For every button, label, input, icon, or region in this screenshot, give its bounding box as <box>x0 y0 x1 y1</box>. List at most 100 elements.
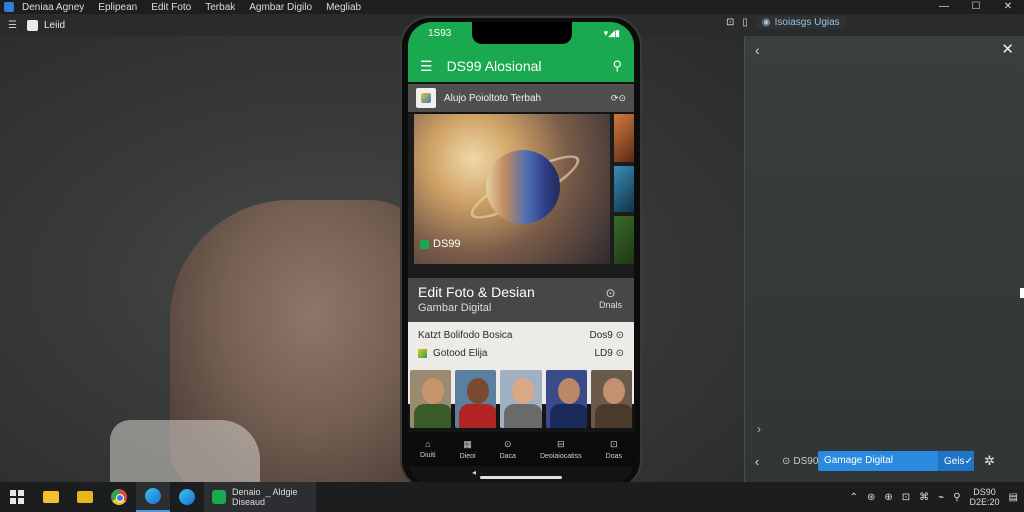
edit-icon: ⊟ <box>557 438 565 449</box>
panel-input-bar: ‹ ⊙ DS90 Gamage Digital Geis ✓ ✲ <box>744 447 1024 475</box>
panel-back-icon[interactable]: ‹ <box>755 42 760 58</box>
search-input[interactable]: Gamage Digital <box>818 451 938 471</box>
tab-label[interactable]: Leiid <box>44 20 65 31</box>
tray-power-icon[interactable]: ⌁ <box>938 492 944 503</box>
clock[interactable]: DS90 D2E:20 <box>970 487 1000 507</box>
minimize-button[interactable]: — <box>928 0 960 14</box>
check-icon: ✓ <box>964 455 973 467</box>
section-subtitle: Gambar Digital <box>418 302 492 314</box>
thumbnail-3[interactable] <box>614 216 634 264</box>
folder-icon <box>77 491 93 503</box>
home-icon: ⌂ <box>425 439 431 449</box>
panel-close-icon[interactable]: ✕ <box>1001 40 1014 58</box>
nav-camera[interactable]: ⊙ Daca <box>500 439 516 460</box>
folder-icon <box>43 491 59 503</box>
list-item[interactable]: Katzt Bolifodo Bosica Dos9 ⊙ <box>418 330 624 341</box>
list-item[interactable]: Gotood Elija LD9 ⊙ <box>418 348 624 359</box>
maximize-button[interactable]: ☐ <box>960 0 992 14</box>
person-photo-1[interactable] <box>410 370 452 428</box>
card-options-icon[interactable]: ⟳⊙ <box>611 93 626 104</box>
page-icon[interactable]: ▯ <box>742 17 748 28</box>
menu-item-6[interactable]: Megliab <box>326 2 361 13</box>
tray-network-icon[interactable]: ⊕ <box>884 492 892 503</box>
bottom-nav: ⌂ Diuiti ▦ Dieoi ⊙ Daca ⊟ Deoiaiocatiss ⊡ Doa… <box>408 432 634 466</box>
user-icon[interactable]: ⚲ <box>612 58 622 74</box>
hero-badge: DS99 <box>420 238 461 250</box>
right-tools: ⊡ ▯ ◉ Isoiasgs Ugias <box>726 16 846 29</box>
gear-icon[interactable]: ✲ <box>984 453 995 469</box>
chrome-icon <box>111 489 127 505</box>
tray-up-icon[interactable]: ⌃ <box>850 492 858 503</box>
nav-edit[interactable]: ⊟ Deoiaiocatiss <box>540 439 582 460</box>
thumbnail-1[interactable] <box>614 114 634 162</box>
account-pill[interactable]: ◉ Isoiasgs Ugias <box>755 16 846 29</box>
card-thumbnail <box>416 88 436 108</box>
taskbar-browser[interactable] <box>170 482 204 512</box>
go-button[interactable]: Geis ✓ <box>938 451 974 471</box>
taskbar-active-window[interactable]: Denaio _ Aldgie Diseaud <box>204 482 316 512</box>
nav-gallery[interactable]: ▦ Dieoi <box>460 439 476 460</box>
list-item-meta: LD9 ⊙ <box>594 348 624 359</box>
browser-icon <box>179 489 195 505</box>
nav-label: Diuiti <box>420 452 436 459</box>
people-strip <box>408 370 634 430</box>
taskbar-edge[interactable] <box>136 482 170 512</box>
hamburger-menu-icon[interactable]: ☰ <box>420 58 433 75</box>
menu-item-4[interactable]: Terbak <box>205 2 235 13</box>
taskbar-file-explorer[interactable] <box>34 482 68 512</box>
tray-display-icon[interactable]: ⊡ <box>902 492 910 503</box>
camera-icon: ⊙ <box>503 438 512 449</box>
person-photo-5[interactable] <box>590 370 633 428</box>
menu-item-1[interactable]: Deniaa Agney <box>22 2 84 13</box>
list-icon <box>418 348 427 358</box>
hero-gallery[interactable]: DS99 <box>408 114 634 284</box>
sleeve-image <box>110 420 260 490</box>
account-pill-label: Isoiasgs Ugias <box>774 17 840 28</box>
person-photo-2[interactable] <box>455 370 497 428</box>
tray-shield-icon[interactable]: ⊛ <box>867 492 875 503</box>
system-tray: ⌃ ⊛ ⊕ ⊡ ⌘ ⌁ ⚲ DS90 D2E:20 ▤ <box>850 482 1018 512</box>
clock-icon: ⊙ <box>605 286 616 300</box>
nav-label: Dieoi <box>459 452 476 460</box>
nav-home[interactable]: ⌂ Diuiti <box>420 439 436 459</box>
thumbnail-2[interactable] <box>614 166 634 212</box>
profile-icon: ⊡ <box>610 438 618 449</box>
notification-icon[interactable]: ▤ <box>1009 492 1018 503</box>
hero-badge-label: DS99 <box>433 238 461 250</box>
back-gesture-icon[interactable]: ◂ <box>472 468 476 477</box>
taskbar-chrome[interactable] <box>102 482 136 512</box>
close-window-button[interactable]: ✕ <box>992 0 1024 14</box>
section-title: Edit Foto & Desian <box>418 284 535 300</box>
planet-body <box>486 150 560 224</box>
tray-search-icon[interactable]: ⚲ <box>953 492 960 503</box>
id-chip: ⊙ DS90 <box>770 456 818 467</box>
signal-icons: ▾◢▮ <box>603 28 620 38</box>
details-button[interactable]: ⊙ Dnals <box>599 286 622 310</box>
input-back-icon[interactable]: ‹ <box>744 454 770 469</box>
card-header-title: Alujo Poioltoto Terbah <box>444 92 542 104</box>
scroll-handle[interactable] <box>1020 288 1024 298</box>
active-window-title: Denaio _ Aldgie Diseaud <box>232 487 298 507</box>
person-photo-4[interactable] <box>545 370 587 428</box>
nav-profile[interactable]: ⊡ Doas <box>606 439 622 460</box>
list-item-meta: Dos9 ⊙ <box>589 330 624 341</box>
menu-item-5[interactable]: Agmbar Digilo <box>249 2 312 13</box>
nav-label: Doas <box>605 452 622 460</box>
chevron-right-icon[interactable]: › <box>757 422 761 436</box>
home-indicator[interactable] <box>480 476 562 479</box>
taskbar: Denaio _ Aldgie Diseaud ⌃ ⊛ ⊕ ⊡ ⌘ ⌁ ⚲ DS… <box>0 482 1024 512</box>
start-button[interactable] <box>0 482 34 512</box>
menu-bar: Deniaa Agney Eplipean Edit Foto Terbak A… <box>0 0 1024 14</box>
list-item-label: Gotood Elija <box>433 348 488 359</box>
taskbar-folder[interactable] <box>68 482 102 512</box>
grid-menu-icon[interactable]: ☰ <box>8 20 17 31</box>
menu-item-3[interactable]: Edit Foto <box>151 2 191 13</box>
menu-item-2[interactable]: Eplipean <box>98 2 137 13</box>
card-header[interactable]: Alujo Poioltoto Terbah ⟳⊙ <box>408 84 634 112</box>
phone-device: 1S93 ▾◢▮ ☰ DS99 Alosional ⚲ Alujo Poiolt… <box>400 16 642 490</box>
tray-command-icon[interactable]: ⌘ <box>919 492 929 503</box>
globe-icon: ◉ <box>761 17 771 28</box>
person-photo-3[interactable] <box>500 370 542 428</box>
tab-icon <box>26 19 38 31</box>
lock-icon[interactable]: ⊡ <box>726 17 734 28</box>
